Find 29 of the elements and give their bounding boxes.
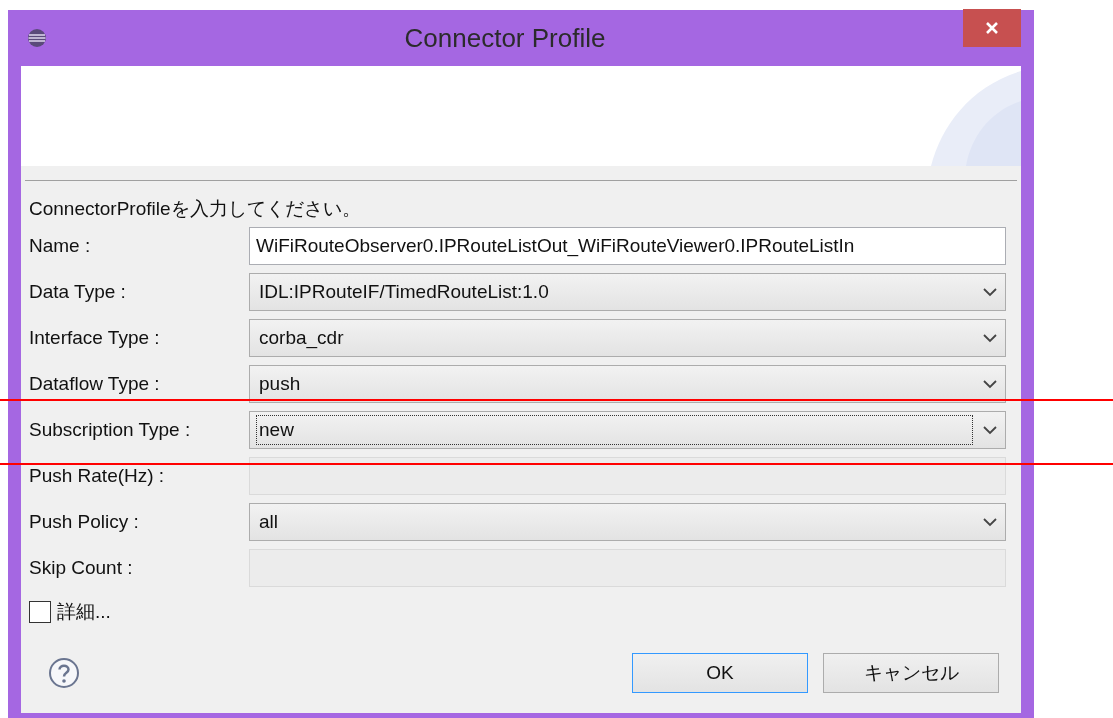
checkbox-label: 詳細... (57, 599, 111, 624)
help-icon[interactable] (48, 657, 80, 689)
window-title: Connector Profile (403, 21, 607, 55)
field-label: Data Type : (29, 279, 127, 304)
field-label: Push Policy : (29, 509, 140, 534)
dropdown[interactable]: new (249, 411, 1006, 449)
chevron-down-icon (983, 379, 997, 389)
field-label: Name : (29, 233, 92, 258)
dropdown[interactable]: push (249, 365, 1006, 403)
close-button[interactable] (963, 9, 1021, 47)
chevron-down-icon (983, 425, 997, 435)
field-label: Skip Count : (29, 555, 134, 580)
field-label: Push Rate(Hz) : (29, 463, 166, 488)
field-label: Subscription Type : (29, 417, 192, 442)
close-icon (985, 21, 999, 35)
input-field[interactable]: WiFiRouteObserver0.IPRouteListOut_WiFiRouteViewer0.IPRouteListIn (249, 227, 1006, 265)
dialog-button[interactable]: キャンセル (823, 653, 999, 693)
app-icon (27, 28, 47, 48)
dropdown[interactable]: IDL:IPRouteIF/TimedRouteList:1.0 (249, 273, 1006, 311)
field-label: Dataflow Type : (29, 371, 161, 396)
dropdown[interactable]: all (249, 503, 1006, 541)
chevron-down-icon (983, 287, 997, 297)
chevron-down-icon (983, 333, 997, 343)
checkbox[interactable] (29, 601, 51, 623)
chevron-down-icon (983, 517, 997, 527)
dropdown[interactable]: corba_cdr (249, 319, 1006, 357)
dialog-button[interactable]: OK (632, 653, 808, 693)
field-label: Interface Type : (29, 325, 161, 350)
instruction-text: ConnectorProfileを入力してください。 (29, 197, 362, 221)
